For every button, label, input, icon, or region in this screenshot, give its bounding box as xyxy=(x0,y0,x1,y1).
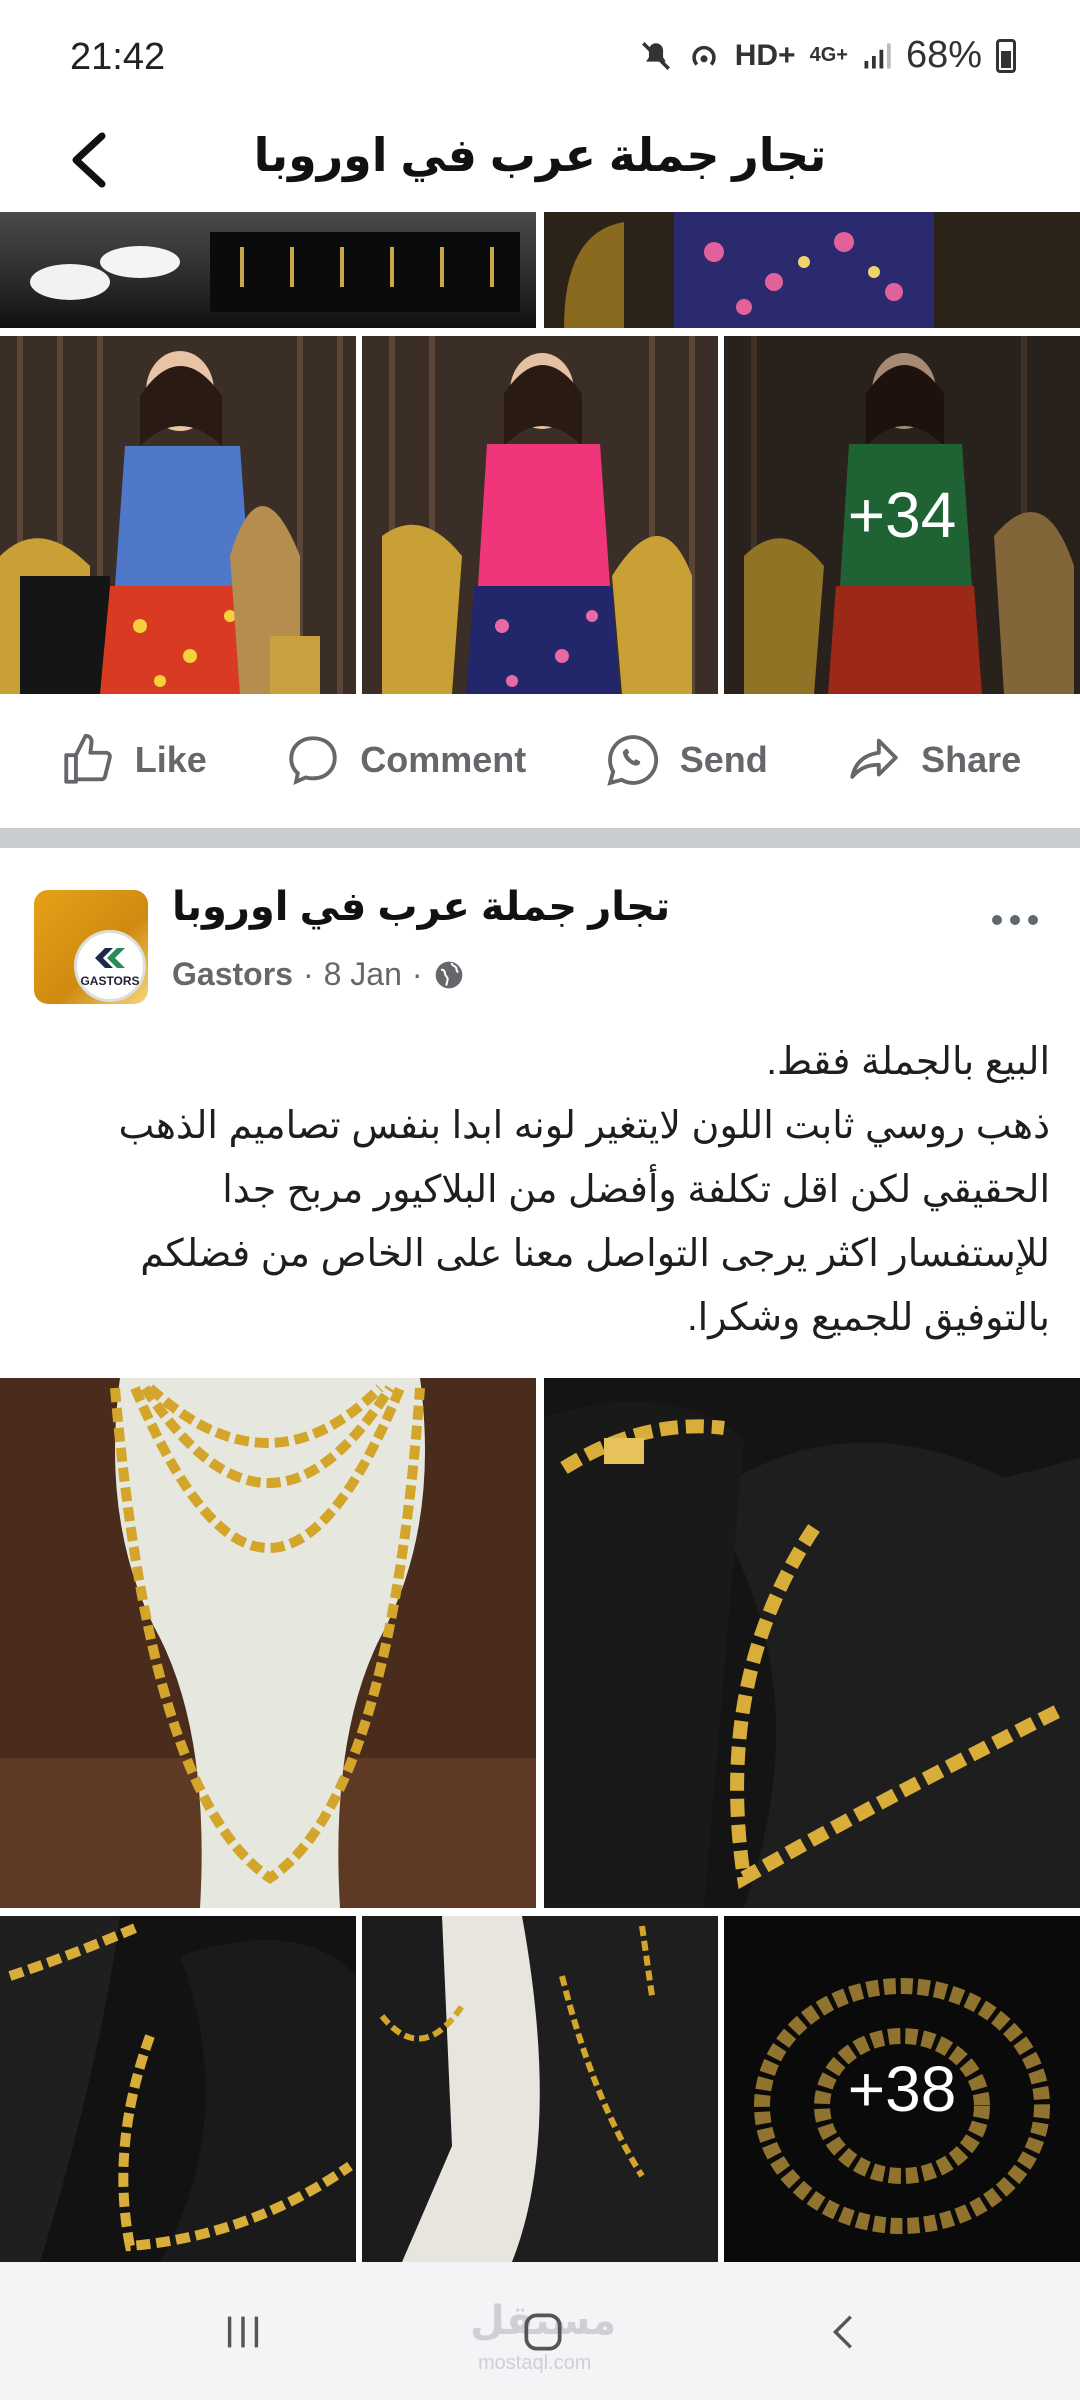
like-label: Like xyxy=(134,739,207,780)
globe-icon xyxy=(435,961,462,988)
post-separator xyxy=(0,828,1080,848)
post-meta: Gastors · 8 Jan · xyxy=(172,956,465,993)
post-text-line: بالتوفيق للجميع وشكرا. xyxy=(687,1297,1050,1339)
post-body: البيع بالجملة فقط. ذهب روسي ثابت اللون ل… xyxy=(60,1030,1050,1350)
photo-tile-necklace-bust[interactable] xyxy=(0,1378,536,1908)
post-date[interactable]: 8 Jan xyxy=(324,956,402,993)
photo-tile-bracelet-set[interactable] xyxy=(0,1916,356,2262)
recent-apps-button[interactable] xyxy=(198,2292,288,2372)
post-text-line: ذهب روسي ثابت اللون لايتغير لونه ابدا بن… xyxy=(118,1105,1050,1147)
status-bar: 21:42 HD+ 4G+ 68% xyxy=(0,0,1080,112)
whatsapp-icon xyxy=(606,735,658,786)
hotspot-icon xyxy=(687,39,721,73)
share-button[interactable]: Share xyxy=(845,731,1021,789)
speech-bubble-icon xyxy=(289,736,337,786)
back-button[interactable] xyxy=(50,120,130,200)
system-nav-bar: مستقل mostaql.com xyxy=(0,2262,1080,2400)
post-header: GASTORS تجار جملة عرب في اوروبا Gastors … xyxy=(0,870,1080,1020)
network-label: HD+ xyxy=(734,38,796,72)
photo-tile-shoes[interactable] xyxy=(0,212,536,328)
more-photos-overlay[interactable]: +38 xyxy=(724,1916,1080,2262)
meta-separator: · xyxy=(302,956,314,992)
mute-icon xyxy=(639,39,673,73)
meta-separator: · xyxy=(411,956,423,992)
cell-label: 4G+ xyxy=(809,44,848,66)
photo-tile-model-blue[interactable] xyxy=(0,336,356,694)
photo-tile-jewelry-set[interactable]: +38 xyxy=(724,1916,1080,2262)
comment-label: Comment xyxy=(360,739,527,780)
signal-icon xyxy=(862,41,892,71)
post-action-bar: Like Comment Send Share xyxy=(0,700,1080,820)
chevron-left-icon xyxy=(72,132,106,188)
send-label: Send xyxy=(679,739,768,780)
photo-tile-pajama-pants[interactable] xyxy=(544,212,1080,328)
battery-percent: 68% xyxy=(905,34,982,76)
post-group-name[interactable]: تجار جملة عرب في اوروبا xyxy=(172,884,670,930)
send-button[interactable]: Send xyxy=(604,731,768,789)
photo-tile-model-pink[interactable] xyxy=(362,336,718,694)
like-button[interactable]: Like xyxy=(59,731,207,789)
status-time: 21:42 xyxy=(70,36,166,78)
recent-apps-icon xyxy=(227,2316,259,2348)
post-text-line: البيع بالجملة فقط. xyxy=(766,1041,1050,1083)
share-arrow-icon xyxy=(850,738,898,779)
status-icons: HD+ 4G+ 68% xyxy=(639,34,1016,77)
battery-icon xyxy=(996,38,1016,73)
post-text-line: الحقيقي لكن اقل تكلفة وأفضل من البلاكيور… xyxy=(222,1169,1050,1211)
photo-tile-jewelry-stand[interactable] xyxy=(362,1916,718,2262)
photo-tile-model-green[interactable]: +34 xyxy=(724,336,1080,694)
comment-button[interactable]: Comment xyxy=(284,731,526,789)
system-back-button[interactable] xyxy=(800,2292,890,2372)
share-label: Share xyxy=(921,739,1022,780)
gastors-logo: GASTORS xyxy=(74,930,146,1002)
post-text-line: للإستفسار اكثر يرجى التواصل معنا على الخ… xyxy=(140,1233,1050,1275)
thumbs-up-icon xyxy=(64,733,112,784)
post-options-button[interactable] xyxy=(980,900,1050,940)
dot xyxy=(1010,915,1020,925)
avatar-label: GASTORS xyxy=(80,974,140,988)
group-header: تجار جملة عرب في اوروبا xyxy=(0,112,1080,212)
page-title: تجار جملة عرب في اوروبا xyxy=(253,129,827,181)
home-icon xyxy=(524,2313,562,2351)
dot xyxy=(992,915,1002,925)
back-arrow-icon xyxy=(832,2315,852,2349)
home-button[interactable] xyxy=(498,2292,588,2372)
photo-tile-chain-bracelet[interactable] xyxy=(544,1378,1080,1908)
post-author[interactable]: Gastors xyxy=(172,956,293,993)
group-avatar[interactable]: GASTORS xyxy=(34,890,148,1004)
more-photos-overlay[interactable]: +34 xyxy=(724,336,1080,694)
dot xyxy=(1028,915,1038,925)
